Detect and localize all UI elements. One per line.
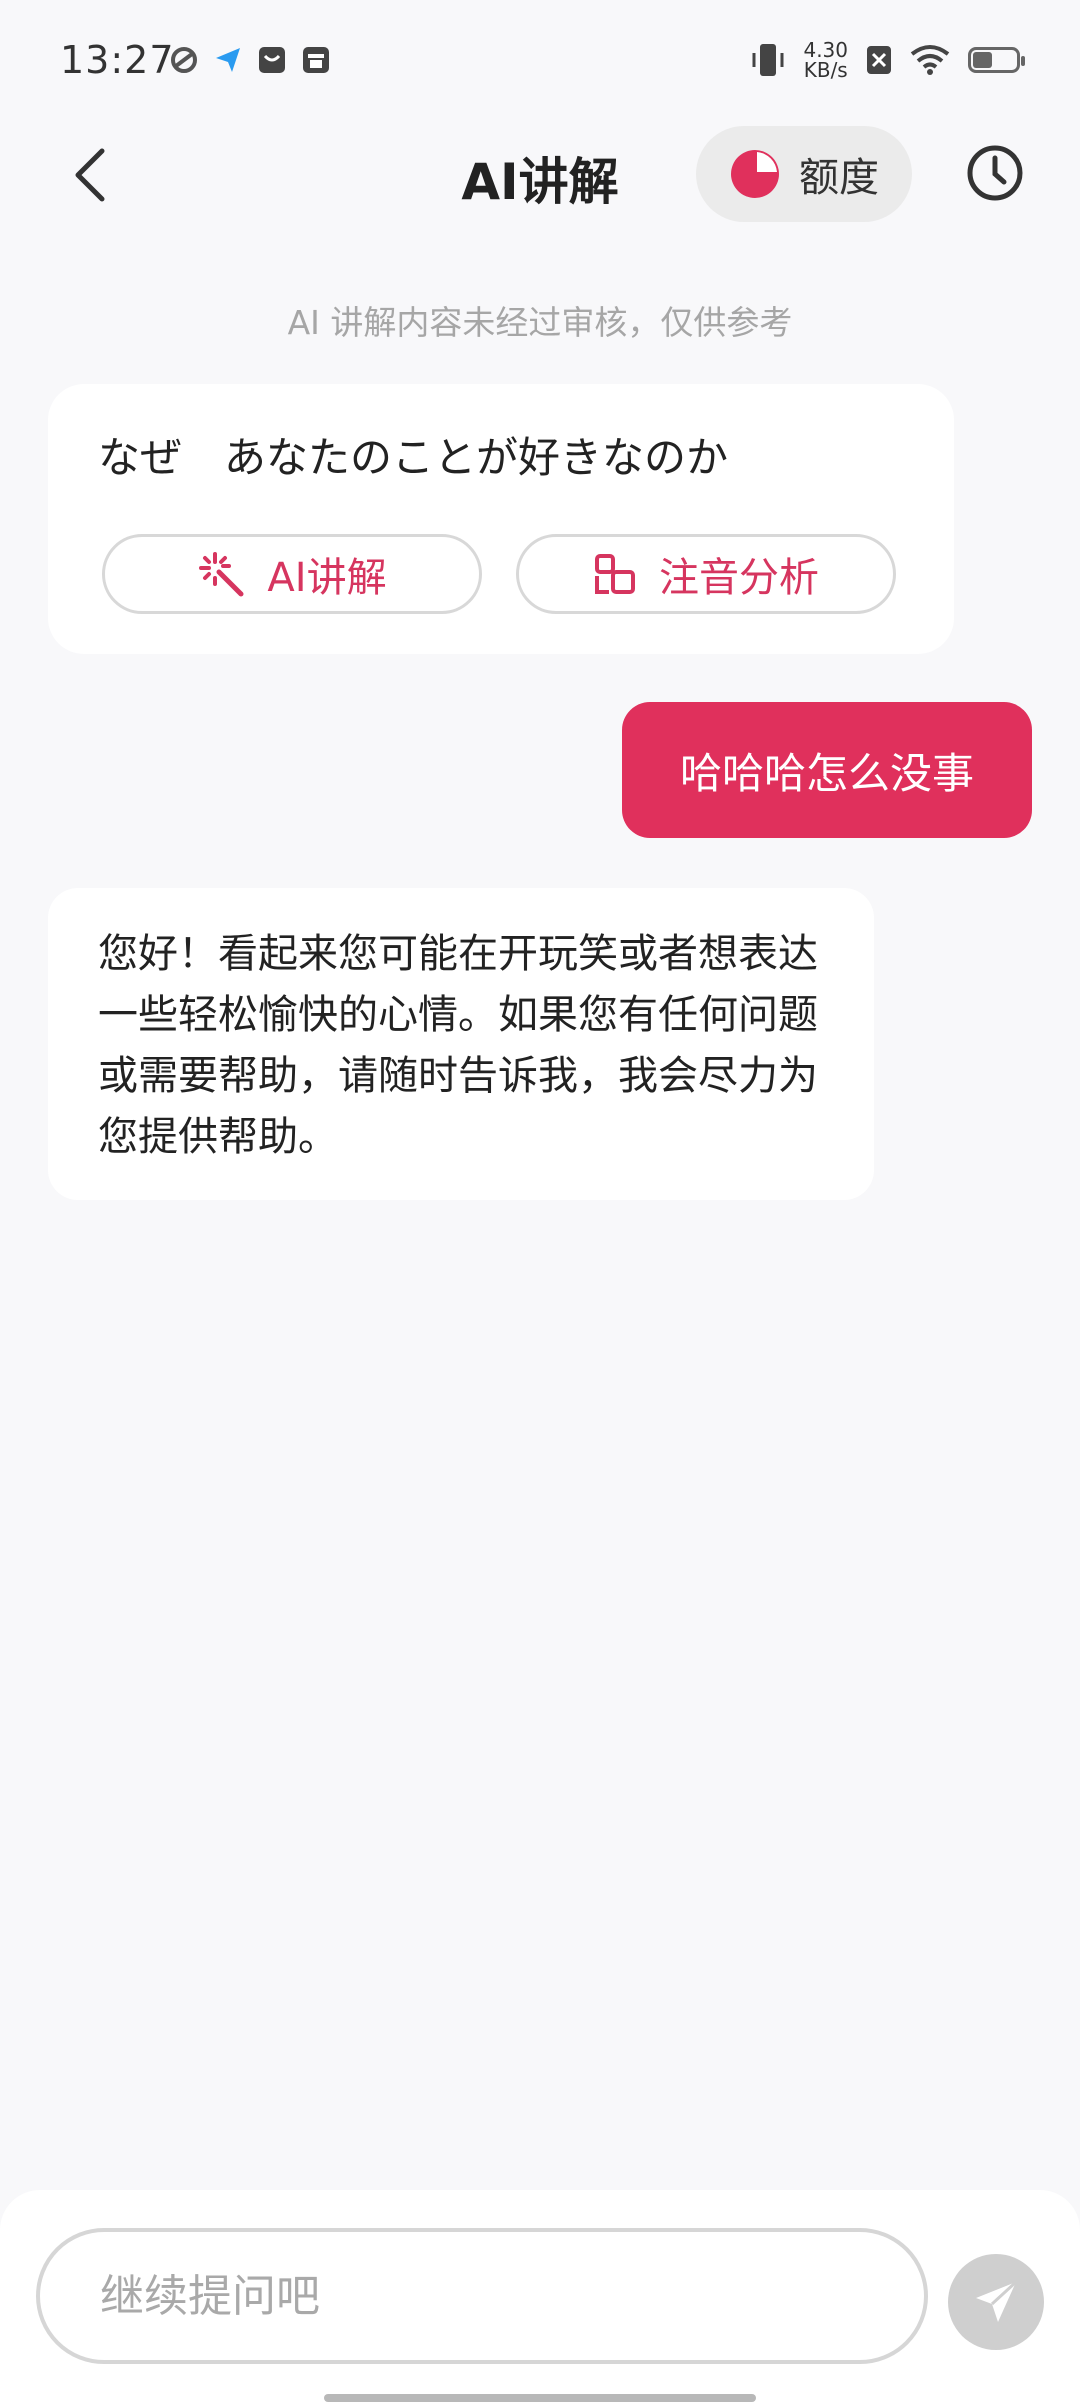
battery-level bbox=[973, 52, 992, 68]
user-message-text: 哈哈哈怎么没事 bbox=[679, 748, 974, 798]
page-title: AI讲解 bbox=[461, 153, 619, 211]
network-speed: 4.30 KB/s bbox=[803, 38, 848, 82]
user-message-bubble: 哈哈哈怎么没事 bbox=[622, 702, 1032, 838]
wifi-icon bbox=[910, 45, 950, 75]
ai-explain-button[interactable]: AI讲解 bbox=[102, 534, 482, 614]
history-button[interactable] bbox=[962, 140, 1028, 206]
ai-message-bubble: 您好！看起来您可能在开玩笑或者想表达一些轻松愉快的心情。如果您有任何问题或需要帮… bbox=[48, 888, 874, 1200]
app-notification-icon bbox=[216, 48, 240, 72]
ai-message-text: 您好！看起来您可能在开玩笑或者想表达一些轻松愉快的心情。如果您有任何问题或需要帮… bbox=[98, 931, 818, 1160]
home-indicator[interactable] bbox=[324, 2394, 756, 2402]
header: AI讲解 额度 bbox=[0, 120, 1080, 230]
status-bar: 13:27 4.30 KB/s bbox=[0, 0, 1080, 120]
question-input[interactable] bbox=[36, 2228, 928, 2364]
notification-icons bbox=[168, 44, 332, 76]
paper-plane-icon bbox=[976, 2280, 1018, 2322]
archive-notification-icon bbox=[303, 47, 329, 73]
component-icon bbox=[595, 554, 635, 594]
disclaimer-text: AI 讲解内容未经过审核，仅供参考 bbox=[287, 303, 793, 342]
status-time: 13:27 bbox=[60, 38, 175, 82]
phonetic-analysis-button[interactable]: 注音分析 bbox=[516, 534, 896, 614]
clock-icon bbox=[967, 145, 1023, 201]
quota-label: 额度 bbox=[799, 155, 879, 201]
sparkle-wand-icon bbox=[199, 552, 244, 597]
phonetic-analysis-label: 注音分析 bbox=[659, 555, 819, 601]
no-sim-icon bbox=[867, 46, 891, 74]
system-status-icons: 4.30 KB/s bbox=[751, 38, 1025, 82]
send-button[interactable] bbox=[948, 2254, 1044, 2350]
app-notification-icon bbox=[171, 47, 197, 73]
input-bar bbox=[0, 2190, 1080, 2408]
pie-chart-icon bbox=[731, 150, 779, 198]
sentence-card: なぜ あなたのことが好きなのか AI讲解 注音分析 bbox=[48, 384, 954, 654]
sentence-text: なぜ あなたのことが好きなのか bbox=[98, 433, 729, 482]
mail-notification-icon bbox=[259, 47, 285, 73]
quota-button[interactable]: 额度 bbox=[696, 126, 912, 222]
ai-explain-label: AI讲解 bbox=[267, 555, 387, 601]
vibrate-icon bbox=[752, 44, 784, 76]
battery-icon bbox=[968, 47, 1025, 73]
